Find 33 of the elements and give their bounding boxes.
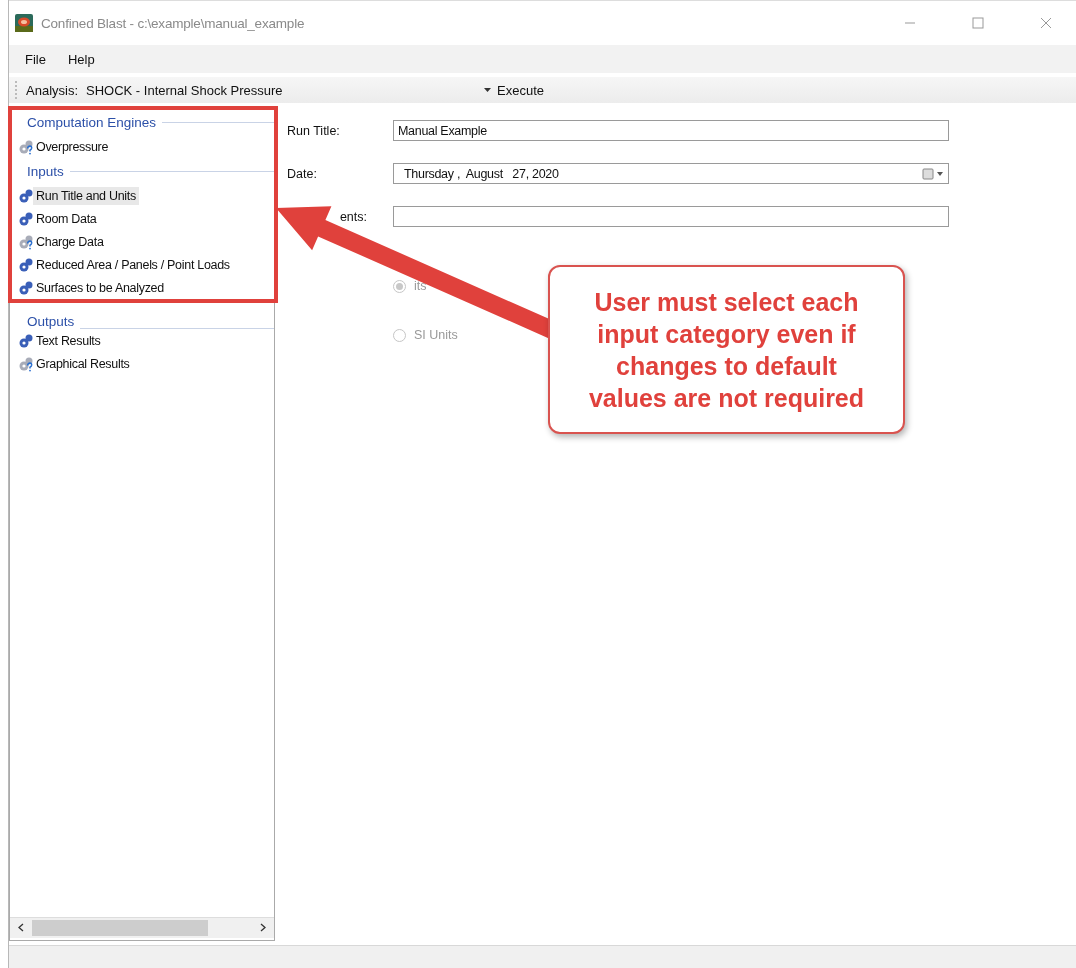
scrollbar-thumb[interactable] xyxy=(32,920,208,936)
callout-note: User must select each input category even if changes to default values are not required xyxy=(548,265,905,434)
menu-item[interactable]: Help xyxy=(67,51,95,67)
field-label: Date: xyxy=(287,166,318,181)
close-icon[interactable] xyxy=(1040,17,1052,29)
tree-item[interactable]: Text Results xyxy=(33,331,104,350)
execute-button[interactable]: Execute xyxy=(491,80,550,100)
section-heading: Inputs xyxy=(27,163,64,179)
tree-item[interactable]: Room Data xyxy=(33,209,100,228)
radio-label: SI Units xyxy=(414,328,458,342)
section-heading: Outputs xyxy=(27,314,75,329)
dropdown-caret-icon xyxy=(484,88,492,92)
horizontal-scrollbar[interactable] xyxy=(10,917,274,938)
analysis-label: Analysis: xyxy=(26,82,79,98)
section-heading: Computation Engines xyxy=(27,114,157,130)
tree-item[interactable]: Reduced Area / Panels / Point Loads xyxy=(33,255,233,274)
tree-item[interactable]: Overpressure xyxy=(33,137,112,156)
analysis-dropdown[interactable]: SHOCK - Internal Shock Pressure xyxy=(86,82,492,98)
tree-item[interactable]: Charge Data xyxy=(33,232,107,251)
tree-item[interactable]: Run Title and Units xyxy=(33,186,139,205)
comments-field[interactable] xyxy=(393,206,949,227)
app-logo-icon xyxy=(15,14,33,32)
radio-label: its xyxy=(414,279,427,293)
menu-item[interactable]: File xyxy=(25,51,46,67)
window-title: Confined Blast - c:\example\manual_example xyxy=(41,15,306,31)
maximize-icon[interactable] xyxy=(972,17,984,29)
tree-item[interactable]: Surfaces to be Analyzed xyxy=(33,278,167,297)
date-picker[interactable]: Thursday , August 27, 2020 xyxy=(393,163,949,184)
field-label: Run Title: xyxy=(287,123,341,138)
run-title-field[interactable]: Manual Example xyxy=(393,120,949,141)
tree-item[interactable]: Graphical Results xyxy=(33,354,133,373)
field-label: ents: xyxy=(338,209,368,224)
calendar-dropdown-icon[interactable] xyxy=(922,167,944,180)
